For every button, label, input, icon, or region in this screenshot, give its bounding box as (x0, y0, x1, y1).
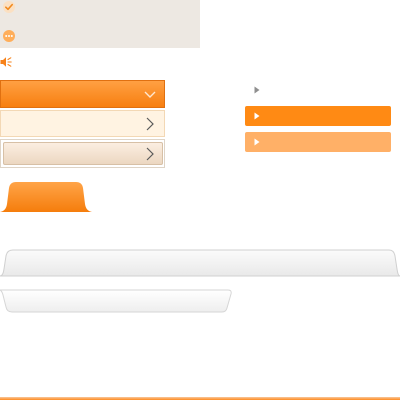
triangle-right-icon[interactable] (254, 86, 260, 94)
triangle-right-icon (254, 138, 260, 146)
accordion-header-active[interactable] (0, 80, 165, 108)
triangle-right-icon (254, 112, 260, 120)
chevron-down-icon (144, 91, 156, 98)
status-row-more[interactable] (0, 24, 200, 48)
list-item-selected[interactable] (245, 106, 391, 126)
ellipsis-circle-icon (3, 30, 15, 42)
accordion-header-pressed-inner (3, 142, 163, 165)
status-row-check[interactable] (0, 0, 200, 24)
orange-tab-button[interactable] (0, 182, 92, 212)
accordion-header-collapsed[interactable] (0, 110, 165, 137)
chevron-right-icon (146, 147, 154, 161)
check-circle-icon (3, 1, 15, 13)
list-item-hover[interactable] (245, 132, 391, 152)
accordion-header-pressed[interactable] (0, 139, 165, 168)
status-panel (0, 0, 200, 48)
narrow-tab[interactable] (0, 289, 232, 313)
wide-tab[interactable] (0, 249, 400, 277)
chevron-right-icon (146, 117, 154, 131)
speaker-mute-icon[interactable] (0, 56, 12, 68)
